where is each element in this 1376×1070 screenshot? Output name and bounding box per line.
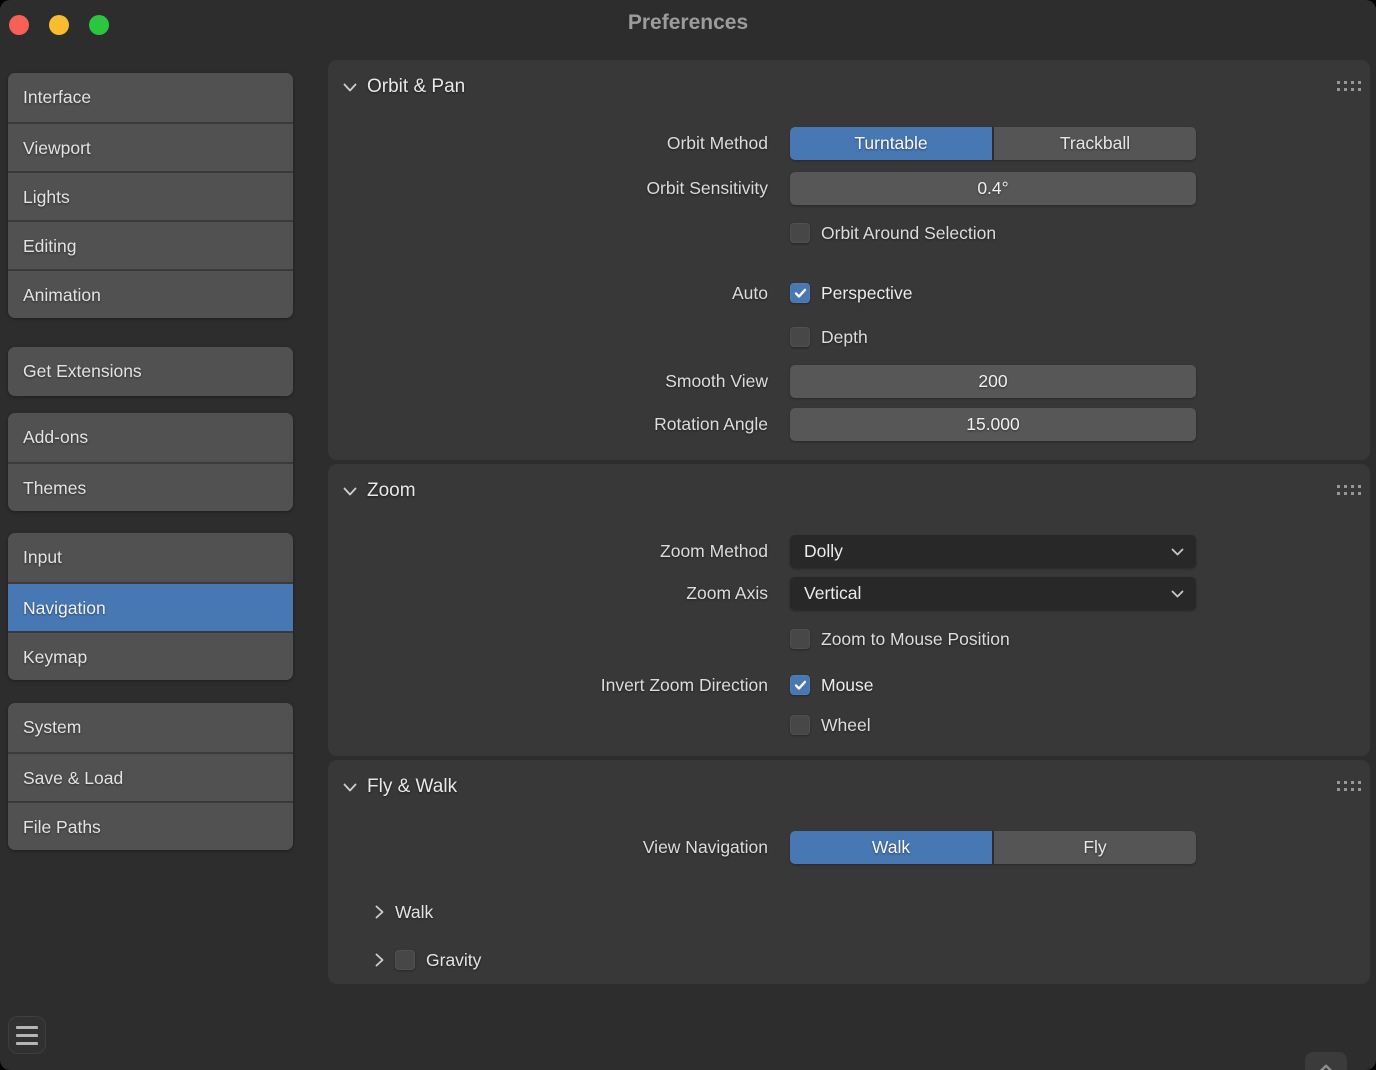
- zoom-to-mouse-position-label: Zoom to Mouse Position: [821, 628, 1010, 649]
- invert-zoom-wheel-label: Wheel: [821, 714, 871, 735]
- orbit-around-selection-label: Orbit Around Selection: [821, 222, 997, 243]
- panel-grip-icon[interactable]: [1337, 81, 1340, 84]
- panel-title: Zoom: [367, 480, 416, 501]
- view-navigation-segmented: Walk Fly: [790, 831, 1196, 864]
- sidebar-item-save-load[interactable]: Save & Load: [8, 752, 293, 801]
- titlebar: Preferences: [0, 0, 1376, 52]
- panel-title: Fly & Walk: [367, 776, 458, 797]
- panel-fly-and-walk: Fly & Walk View Navigation Walk Fly Walk…: [328, 760, 1370, 984]
- sidebar-item-themes[interactable]: Themes: [8, 462, 293, 511]
- sidebar-item-viewport[interactable]: Viewport: [8, 122, 293, 171]
- preferences-menu-button[interactable]: [8, 1016, 46, 1054]
- zoom-method-dropdown[interactable]: Dolly: [790, 535, 1196, 568]
- chevron-right-icon: [375, 905, 384, 919]
- orbit-sensitivity-label: Orbit Sensitivity: [646, 178, 768, 198]
- panel-header-orbit-and-pan[interactable]: Orbit & Pan: [343, 74, 1370, 100]
- sidebar-group-input: Input Navigation Keymap: [8, 533, 293, 680]
- chevron-down-icon: [343, 487, 357, 496]
- sidebar-item-editing[interactable]: Editing: [8, 220, 293, 269]
- smooth-view-label: Smooth View: [665, 371, 768, 391]
- invert-zoom-mouse-label: Mouse: [821, 674, 874, 695]
- sidebar-item-keymap[interactable]: Keymap: [8, 631, 293, 680]
- checkmark-icon: [794, 288, 807, 299]
- auto-depth-checkbox[interactable]: [790, 327, 810, 347]
- sidebar-item-navigation[interactable]: Navigation: [8, 582, 293, 631]
- zoom-to-mouse-position-checkbox[interactable]: [790, 629, 810, 649]
- view-navigation-fly-button[interactable]: Fly: [994, 831, 1196, 864]
- orbit-around-selection-checkbox[interactable]: [790, 223, 810, 243]
- panel-title: Orbit & Pan: [367, 76, 466, 97]
- sidebar-group-system: System Save & Load File Paths: [8, 703, 293, 850]
- orbit-method-trackball-button[interactable]: Trackball: [994, 127, 1196, 160]
- sidebar-group-general: Interface Viewport Lights Editing Animat…: [8, 73, 293, 318]
- sidebar-item-get-extensions[interactable]: Get Extensions: [8, 347, 293, 396]
- chevron-right-icon: [375, 953, 384, 967]
- zoom-method-label: Zoom Method: [660, 541, 768, 561]
- zoom-axis-dropdown[interactable]: Vertical: [790, 577, 1196, 610]
- rotation-angle-field[interactable]: 15.000: [790, 408, 1196, 441]
- invert-zoom-wheel-checkbox[interactable]: [790, 715, 810, 735]
- sidebar-item-interface[interactable]: Interface: [8, 73, 293, 122]
- gravity-subpanel-label: Gravity: [426, 949, 482, 970]
- window-title: Preferences: [627, 11, 749, 34]
- panel-zoom: Zoom Zoom Method Dolly Zoom Axis Vertica…: [328, 464, 1370, 756]
- panel-header-zoom[interactable]: Zoom: [343, 478, 1370, 504]
- zoom-axis-label: Zoom Axis: [686, 583, 768, 603]
- smooth-view-field[interactable]: 200: [790, 365, 1196, 398]
- orbit-method-label: Orbit Method: [666, 133, 768, 153]
- panel-header-fly-and-walk[interactable]: Fly & Walk: [343, 774, 1370, 800]
- panel-grip-icon[interactable]: [1337, 485, 1340, 488]
- auto-perspective-label: Perspective: [821, 282, 913, 303]
- auto-perspective-checkbox[interactable]: [790, 283, 810, 303]
- chevron-down-icon: [1171, 548, 1184, 556]
- sidebar-group-extensions: Get Extensions: [8, 347, 293, 396]
- sidebar-item-animation[interactable]: Animation: [8, 269, 293, 318]
- view-navigation-walk-button[interactable]: Walk: [790, 831, 992, 864]
- invert-zoom-mouse-checkbox[interactable]: [790, 675, 810, 695]
- orbit-sensitivity-field[interactable]: 0.4°: [790, 172, 1196, 205]
- chevron-up-icon: [1317, 1064, 1335, 1070]
- view-navigation-label: View Navigation: [642, 837, 768, 857]
- sidebar-item-addons[interactable]: Add-ons: [8, 413, 293, 462]
- chevron-down-icon: [343, 83, 357, 92]
- panel-grip-icon[interactable]: [1337, 781, 1340, 784]
- checkmark-icon: [794, 680, 807, 691]
- sidebar-item-file-paths[interactable]: File Paths: [8, 801, 293, 850]
- walk-subpanel-header[interactable]: Walk: [328, 900, 1370, 924]
- rotation-angle-label: Rotation Angle: [654, 414, 768, 434]
- auto-depth-label: Depth: [821, 326, 868, 347]
- auto-label: Auto: [732, 282, 768, 303]
- invert-zoom-direction-label: Invert Zoom Direction: [600, 674, 768, 695]
- scroll-up-button[interactable]: [1305, 1052, 1347, 1070]
- preferences-window: Preferences Interface Viewport Lights Ed…: [0, 0, 1376, 1070]
- sidebar-item-lights[interactable]: Lights: [8, 171, 293, 220]
- hamburger-menu-icon: [16, 1025, 38, 1029]
- zoom-method-value: Dolly: [804, 541, 843, 561]
- sidebar-item-system[interactable]: System: [8, 703, 293, 752]
- sidebar-item-input[interactable]: Input: [8, 533, 293, 582]
- zoom-axis-value: Vertical: [804, 583, 862, 603]
- chevron-down-icon: [1171, 590, 1184, 598]
- panel-orbit-and-pan: Orbit & Pan Orbit Method Turntable Track…: [328, 60, 1370, 460]
- sidebar-group-addons: Add-ons Themes: [8, 413, 293, 511]
- chevron-down-icon: [343, 783, 357, 792]
- gravity-subpanel-header[interactable]: Gravity: [328, 948, 1370, 972]
- gravity-checkbox[interactable]: [395, 950, 415, 970]
- orbit-method-turntable-button[interactable]: Turntable: [790, 127, 992, 160]
- orbit-method-segmented: Turntable Trackball: [790, 127, 1196, 160]
- walk-subpanel-label: Walk: [395, 901, 434, 922]
